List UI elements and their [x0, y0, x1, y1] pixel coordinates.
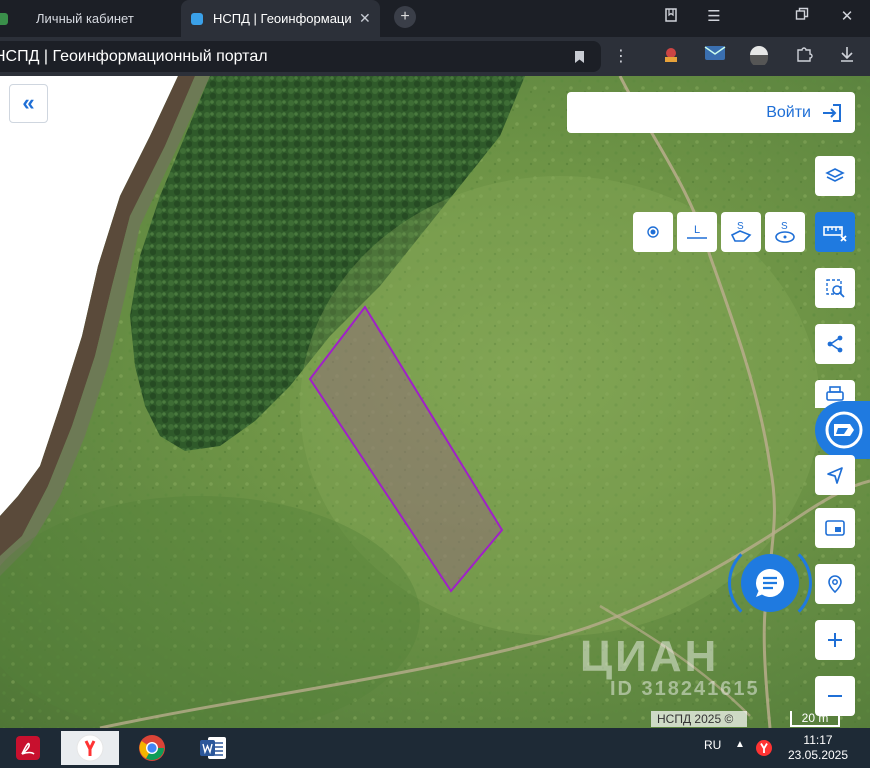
- clock-date: 23.05.2025: [787, 748, 849, 762]
- chrome-app-button[interactable]: [130, 731, 174, 765]
- yandex-browser-app-button[interactable]: [61, 731, 119, 765]
- chat-bubble-icon: [755, 569, 784, 597]
- line-measure-icon: L: [687, 224, 707, 239]
- tab-personal-cabinet[interactable]: Личный кабинет: [0, 0, 180, 37]
- tab-nspd-portal[interactable]: НСПД | Геоинформаци ✕: [181, 0, 380, 37]
- address-bar-row: НСПД | Геоинформационный портал ⋮: [0, 37, 870, 76]
- measure-button[interactable]: [815, 212, 855, 252]
- map-view[interactable]: ЦИАН ID 318241615: [0, 76, 870, 728]
- nspd-favicon-icon: [191, 12, 203, 25]
- acrobat-app-button[interactable]: [6, 731, 50, 765]
- point-measure-icon: [647, 226, 659, 238]
- chat-button[interactable]: [741, 554, 799, 612]
- zoom-in-button[interactable]: [815, 620, 855, 660]
- yandex-browser-icon: [76, 734, 104, 762]
- clock-time: 11:17: [803, 733, 833, 747]
- vpn-icon[interactable]: [747, 45, 771, 69]
- login-icon: [823, 103, 841, 122]
- login-button[interactable]: Войти: [567, 92, 855, 133]
- new-tab-button[interactable]: +: [394, 6, 416, 28]
- close-tab-icon[interactable]: ✕: [359, 10, 371, 27]
- assistant-logo-icon: [825, 411, 863, 449]
- select-area-icon: [826, 279, 845, 298]
- measure-line-button[interactable]: L: [677, 212, 717, 252]
- area-select-button[interactable]: [815, 268, 855, 308]
- acrobat-icon: [16, 736, 40, 760]
- tab-title: Личный кабинет: [36, 11, 134, 26]
- locate-button[interactable]: [815, 455, 855, 495]
- word-icon: [200, 737, 226, 759]
- location-search-button[interactable]: [815, 564, 855, 604]
- circle-measure-glyph: S: [781, 221, 788, 232]
- bookmark-icon[interactable]: [574, 41, 585, 72]
- layers-icon: [825, 168, 845, 182]
- minimap-icon: [825, 520, 845, 536]
- minus-icon: [828, 695, 842, 697]
- yandex-tray-button[interactable]: [752, 731, 776, 765]
- restore-window-icon[interactable]: [792, 7, 812, 27]
- menu-icon[interactable]: ☰: [704, 7, 724, 27]
- bookmarks-panel-icon[interactable]: [661, 7, 681, 27]
- language-indicator[interactable]: RU: [704, 738, 721, 752]
- measure-polygon-area-button[interactable]: S: [721, 212, 761, 252]
- tray-expand-icon[interactable]: ▲: [735, 739, 745, 750]
- page-title: НСПД | Геоинформационный портал: [0, 48, 268, 65]
- browser-tab-bar: Личный кабинет НСПД | Геоинформаци ✕ + ☰…: [0, 0, 870, 37]
- close-window-icon[interactable]: ✕: [837, 7, 857, 27]
- os-taskbar: RU ▲ 11:17 23.05.2025: [0, 728, 870, 768]
- login-label: Войти: [766, 103, 811, 121]
- map-attribution: НСПД 2025 ©: [651, 711, 747, 727]
- mail-icon[interactable]: [703, 45, 727, 69]
- navigation-arrow-icon: [827, 467, 843, 484]
- site-favicon-icon: [0, 12, 8, 25]
- ruler-close-icon: [823, 226, 847, 242]
- location-pin-icon: [828, 575, 842, 594]
- plus-icon: [828, 633, 842, 647]
- measure-point-button[interactable]: [633, 212, 673, 252]
- watermark-text: ЦИАН: [580, 632, 720, 681]
- area-circle-measure-icon: S: [775, 221, 795, 243]
- tab-title: НСПД | Геоинформаци: [213, 11, 352, 26]
- measure-circle-area-button[interactable]: S: [765, 212, 805, 252]
- line-measure-glyph: L: [694, 224, 700, 236]
- layers-button[interactable]: [815, 156, 855, 196]
- share-icon: [827, 335, 843, 353]
- puzzle-extension-icon[interactable]: [792, 45, 816, 69]
- area-polygon-measure-icon: S: [730, 221, 752, 242]
- watermark-id: ID 318241615: [610, 678, 760, 700]
- minimap-button[interactable]: [815, 508, 855, 548]
- nspd-assistant-button[interactable]: [815, 401, 870, 459]
- address-field[interactable]: НСПД | Геоинформационный портал: [0, 41, 601, 72]
- download-icon[interactable]: [835, 45, 859, 69]
- share-button[interactable]: [815, 324, 855, 364]
- chrome-icon: [139, 735, 165, 761]
- zoom-out-button[interactable]: [815, 676, 855, 716]
- system-clock[interactable]: 11:17 23.05.2025: [786, 733, 850, 763]
- extension-icon[interactable]: [659, 45, 683, 69]
- scale-bar: 20 m: [790, 711, 840, 727]
- collapse-panel-button[interactable]: «: [9, 84, 48, 123]
- yandex-tray-icon: [756, 740, 772, 756]
- word-app-button[interactable]: [191, 731, 235, 765]
- satellite-imagery: [0, 76, 870, 728]
- more-options-icon[interactable]: ⋮: [609, 45, 633, 69]
